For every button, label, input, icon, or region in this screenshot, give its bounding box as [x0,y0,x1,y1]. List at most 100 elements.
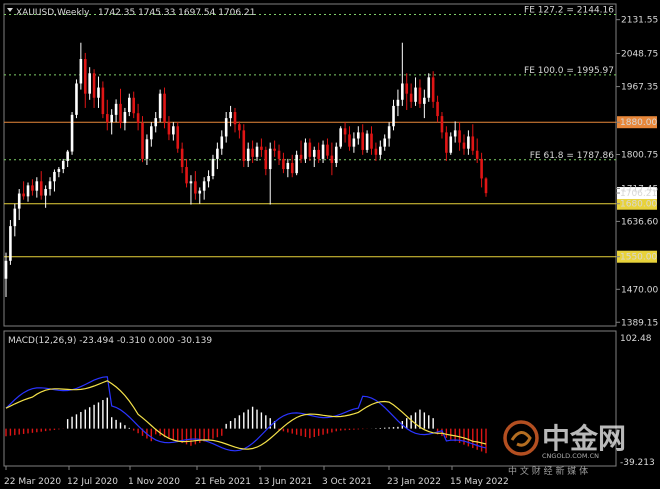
y-tick-label: 1717.45 [621,184,658,194]
candle-body [238,124,241,131]
candle-body [401,83,404,100]
candle-body [286,162,290,170]
candle-body [317,149,320,159]
candle-body [31,185,34,191]
candle-body [57,169,61,172]
candle-body [75,83,78,115]
candle-body [361,132,364,150]
ohlc-values: 1742.35 1745.33 1697.54 1706.21 [98,8,255,18]
candle-body [154,118,158,127]
price-level-badge-text: 1550.00 [620,253,657,263]
candle-body [79,59,83,84]
candle-body [295,154,298,174]
candle-body [343,128,347,135]
candle-body [370,133,373,149]
candle-body [150,126,153,140]
candle-body [436,101,439,117]
y-tick-label: 2131.55 [621,16,658,26]
symbol-label: XAUUSD,Weekly [16,8,90,18]
candle-body [110,114,113,123]
candle-body [405,83,409,94]
candle-body [374,148,378,155]
macd-axis-bottom: -39.213 [620,458,655,468]
x-tick-label: 21 Feb 2021 [195,477,251,487]
candle-body [13,208,17,227]
candle-body [246,148,250,161]
candle-body [312,149,316,157]
candle-body [484,178,488,194]
candle-body [22,193,25,197]
candle-body [132,97,136,114]
candle-body [414,87,417,102]
candle-body [475,150,479,159]
candle-body [423,97,426,104]
candle-body [365,133,369,150]
fib-level-label: FE 61.8 = 1787.86 [530,151,615,161]
candle-body [172,126,175,135]
candle-body [44,189,47,196]
watermark-domain: CNGOLD.COM.CN [542,452,599,460]
candle-body [229,112,232,119]
candle-body [304,142,307,159]
candle-body [282,158,285,170]
candle-body [141,123,144,159]
price-level-badge-text: 1680.00 [620,200,657,210]
y-tick-label: 1967.35 [621,83,658,93]
macd-axis-top: 102.48 [620,334,652,344]
candle-body [198,190,202,194]
candle-body [26,185,30,197]
candle-body [348,134,351,147]
x-tick-label: 12 Jul 2020 [67,477,118,487]
candle-body [480,158,483,179]
candle-body [264,149,268,170]
candle-body [194,181,197,194]
candle-body [123,112,127,124]
candle-body [17,193,21,209]
candle-body [383,138,387,147]
chart-canvas[interactable]: FE 127.2 = 2144.16 FE 100.0 = 1995.97 FE 6… [0,0,660,489]
candle-body [158,93,162,119]
candle-body [453,130,457,137]
candle-body [233,112,237,125]
candle-body [467,136,470,149]
candle-body [321,144,325,159]
candle-body [48,181,52,190]
candle-body [339,128,342,147]
candle-body [136,113,140,124]
candle-body [418,87,422,104]
candle-body [61,160,65,170]
candle-body [431,77,435,102]
candle-body [471,136,475,151]
y-tick-label: 1470.00 [621,285,658,295]
y-tick-label: 1389.15 [621,318,658,328]
fib-level-label: FE 100.0 = 1995.97 [524,66,614,76]
candle-body [427,77,431,98]
x-tick-label: 15 May 2022 [450,477,509,487]
candle-body [330,155,334,163]
candle-body [409,93,413,102]
y-tick-label: 1800.75 [621,151,658,161]
candle-body [53,171,56,182]
candle-body [277,150,281,159]
candle-body [88,73,91,94]
candle-body [211,158,215,177]
candle-body [224,118,228,137]
candle-body [396,99,400,106]
candle-body [83,59,87,94]
candle-body [92,73,96,98]
candle-body [119,103,122,124]
candle-body [9,226,12,261]
candle-body [260,146,263,150]
candle-body [379,146,382,155]
price-level-badge-text: 1880.00 [620,118,657,128]
candle-body [299,154,303,159]
candle-body [449,136,453,153]
candle-body [462,142,466,149]
candle-body [242,130,246,161]
candle-body [207,176,210,182]
x-tick-label: 23 Jan 2022 [387,477,441,487]
candle-body [290,162,294,174]
candle-body [308,142,312,157]
candle-body [220,136,224,149]
x-tick-label: 1 Nov 2020 [128,477,180,487]
